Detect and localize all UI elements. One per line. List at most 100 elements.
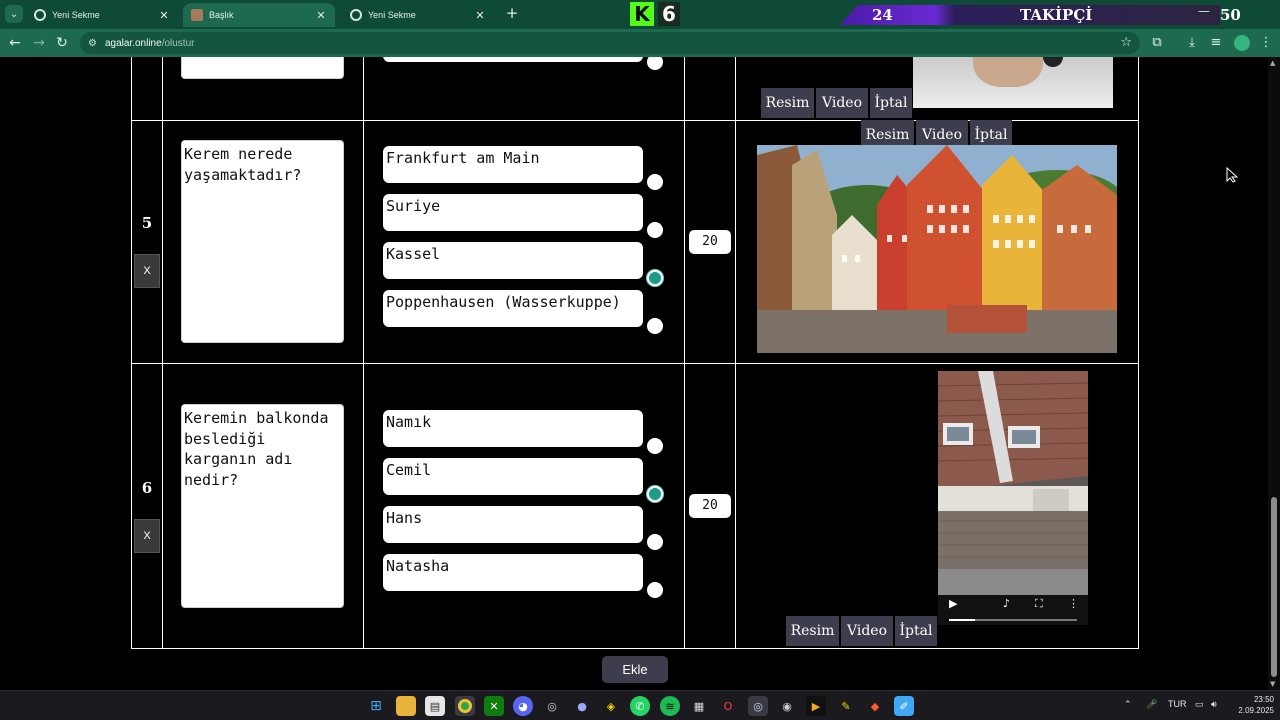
points-input[interactable]: 20 xyxy=(689,230,731,254)
answer-input[interactable]: Frankfurt am Main xyxy=(383,146,643,183)
answer-input[interactable]: Suriye xyxy=(383,194,643,231)
spotify-icon[interactable]: ≋ xyxy=(660,696,680,716)
chevron-up-icon[interactable]: ⌃ xyxy=(1124,699,1132,710)
speaker-icon[interactable]: 🔊︎ xyxy=(1211,699,1217,710)
reload-icon[interactable]: ↻ xyxy=(53,34,71,52)
windows-start-icon[interactable]: ⊞ xyxy=(366,696,386,716)
site-info-icon[interactable]: ⚙ xyxy=(88,38,97,49)
answer-radio-prev[interactable] xyxy=(647,57,663,70)
terminal-icon[interactable]: ▶ xyxy=(806,696,826,716)
add-question-button[interactable]: Ekle xyxy=(602,656,668,683)
obs-icon[interactable]: ◉ xyxy=(777,696,797,716)
column-divider xyxy=(684,57,685,649)
store-icon[interactable]: ▤ xyxy=(425,696,445,716)
tab-3[interactable]: Yeni Sekme ✕ xyxy=(342,3,494,27)
answer-input-prev[interactable] xyxy=(383,57,643,62)
minimize-icon[interactable]: — xyxy=(1198,4,1210,18)
address-bar: ← → ↻ ⚙ agalar.online/olustur ☆ ⧉ ⤓ ≡ ⋮ xyxy=(0,29,1280,57)
scroll-down-icon[interactable]: ▼ xyxy=(1270,680,1275,688)
headphones xyxy=(1043,57,1063,67)
delete-question-button[interactable]: X xyxy=(134,519,160,553)
steam-icon[interactable]: ◎ xyxy=(542,696,562,716)
download-icon[interactable]: ⤓ xyxy=(1183,34,1201,52)
answer-radio-selected[interactable] xyxy=(647,486,663,502)
bookmark-star-icon[interactable]: ☆ xyxy=(1120,35,1132,50)
system-clock[interactable]: 23:50 2.09.2025 xyxy=(1228,694,1274,716)
media-controls-icon[interactable]: ≡ xyxy=(1207,34,1225,52)
tab-close-icon[interactable]: ✕ xyxy=(158,9,170,22)
tab-close-icon[interactable]: ✕ xyxy=(315,9,327,22)
browser-tab-strip: ⌄ Yeni Sekme ✕ Başlık ✕ Yeni Sekme ✕ + K… xyxy=(0,0,1280,29)
video-button[interactable]: Video xyxy=(841,616,893,646)
tab-2[interactable]: Başlık ✕ xyxy=(183,3,335,27)
answer-input[interactable]: Poppenhausen (Wasserkuppe) xyxy=(383,290,643,327)
app-icon[interactable]: ▦ xyxy=(689,696,709,716)
input-language[interactable]: TUR xyxy=(1168,699,1187,709)
play-icon[interactable]: ▶ xyxy=(949,597,957,610)
scroll-up-icon[interactable]: ▲ xyxy=(1270,59,1275,67)
page-scrollbar[interactable]: ▲ ▼ xyxy=(1268,57,1280,690)
question-video[interactable]: ▶ ♪ ⛶ ⋮ xyxy=(938,371,1088,625)
answer-input[interactable]: Cemil xyxy=(383,458,643,495)
video-button-prev[interactable]: Video xyxy=(816,88,868,118)
question-number: 6 xyxy=(141,479,153,497)
answer-radio[interactable] xyxy=(647,222,663,238)
tab-close-icon[interactable]: ✕ xyxy=(474,9,486,22)
image-button[interactable]: Resim xyxy=(786,616,839,646)
mouse-cursor-icon xyxy=(1226,167,1238,183)
profile-avatar[interactable] xyxy=(1234,35,1250,51)
new-tab-button[interactable]: + xyxy=(503,4,521,22)
whatsapp-icon[interactable]: ✆ xyxy=(630,696,650,716)
microphone-icon[interactable]: 🎤︎ xyxy=(1146,699,1157,710)
tab-search-button[interactable]: ⌄ xyxy=(5,5,23,23)
notes-icon[interactable]: ✎ xyxy=(836,696,856,716)
cancel-button[interactable]: İptal xyxy=(895,616,937,646)
chrome-icon[interactable] xyxy=(455,696,475,716)
cancel-button-prev[interactable]: İptal xyxy=(870,88,912,118)
file-explorer-icon[interactable] xyxy=(396,696,416,716)
table-border-left xyxy=(131,57,132,649)
extensions-icon[interactable]: ⧉ xyxy=(1148,34,1166,52)
follower-goal-overlay: 24 TAKİPÇİ 50 xyxy=(840,5,1280,25)
app-circle-icon[interactable]: ● xyxy=(572,696,592,716)
url-input[interactable]: ⚙ agalar.online/olustur ☆ xyxy=(80,32,1140,54)
answer-input[interactable]: Namık xyxy=(383,410,643,447)
shield-app-icon[interactable]: ◈ xyxy=(601,696,621,716)
windows-taskbar: ⊞ ▤ ✕ ◕ ◎ ● ◈ ✆ ≋ ▦ O ◎ ◉ ▶ ✎ ◆ ✐ ⌃ 🎤︎ T… xyxy=(0,690,1280,720)
network-icon[interactable]: ▭ xyxy=(1195,699,1204,710)
question-textarea[interactable]: Kerem nerede yaşamaktadır? xyxy=(181,140,344,343)
points-input[interactable]: 20 xyxy=(689,494,731,518)
answer-input[interactable]: Kassel xyxy=(383,242,643,279)
steam-icon[interactable]: ◎ xyxy=(748,696,768,716)
question-textarea[interactable]: Keremin balkonda beslediği karganın adı … xyxy=(181,404,344,608)
xbox-icon[interactable]: ✕ xyxy=(484,696,504,716)
delete-question-button[interactable]: X xyxy=(134,254,160,288)
question-image xyxy=(757,145,1117,353)
answer-input[interactable]: Natasha xyxy=(383,554,643,591)
answer-radio[interactable] xyxy=(647,582,663,598)
back-arrow-icon[interactable]: ← xyxy=(6,34,24,52)
answer-input[interactable]: Hans xyxy=(383,506,643,543)
fullscreen-icon[interactable]: ⛶ xyxy=(1035,597,1043,611)
answer-radio[interactable] xyxy=(647,318,663,334)
answer-radio[interactable] xyxy=(647,174,663,190)
forward-arrow-icon[interactable]: → xyxy=(30,34,48,52)
tab-label: Yeni Sekme xyxy=(52,10,100,20)
answer-radio[interactable] xyxy=(647,534,663,550)
discord-icon[interactable]: ◕ xyxy=(513,696,533,716)
answer-radio[interactable] xyxy=(647,438,663,454)
volume-icon[interactable]: ♪ xyxy=(1003,597,1010,610)
chevron-down-icon: ⌄ xyxy=(9,8,19,20)
paint-icon[interactable]: ✐ xyxy=(894,696,914,716)
more-options-icon[interactable]: ⋮ xyxy=(1068,597,1079,610)
answer-radio-selected[interactable] xyxy=(647,270,663,286)
scrollbar-thumb[interactable] xyxy=(1271,497,1277,677)
opera-gx-icon[interactable]: O xyxy=(718,696,738,716)
chrome-icon xyxy=(34,9,46,21)
video-progress-track[interactable] xyxy=(949,619,1077,621)
more-menu-icon[interactable]: ⋮ xyxy=(1257,34,1275,52)
brave-icon[interactable]: ◆ xyxy=(865,696,885,716)
question-textarea-prev[interactable] xyxy=(181,57,344,79)
image-button-prev[interactable]: Resim xyxy=(761,88,814,118)
tab-1[interactable]: Yeni Sekme ✕ xyxy=(26,3,178,27)
